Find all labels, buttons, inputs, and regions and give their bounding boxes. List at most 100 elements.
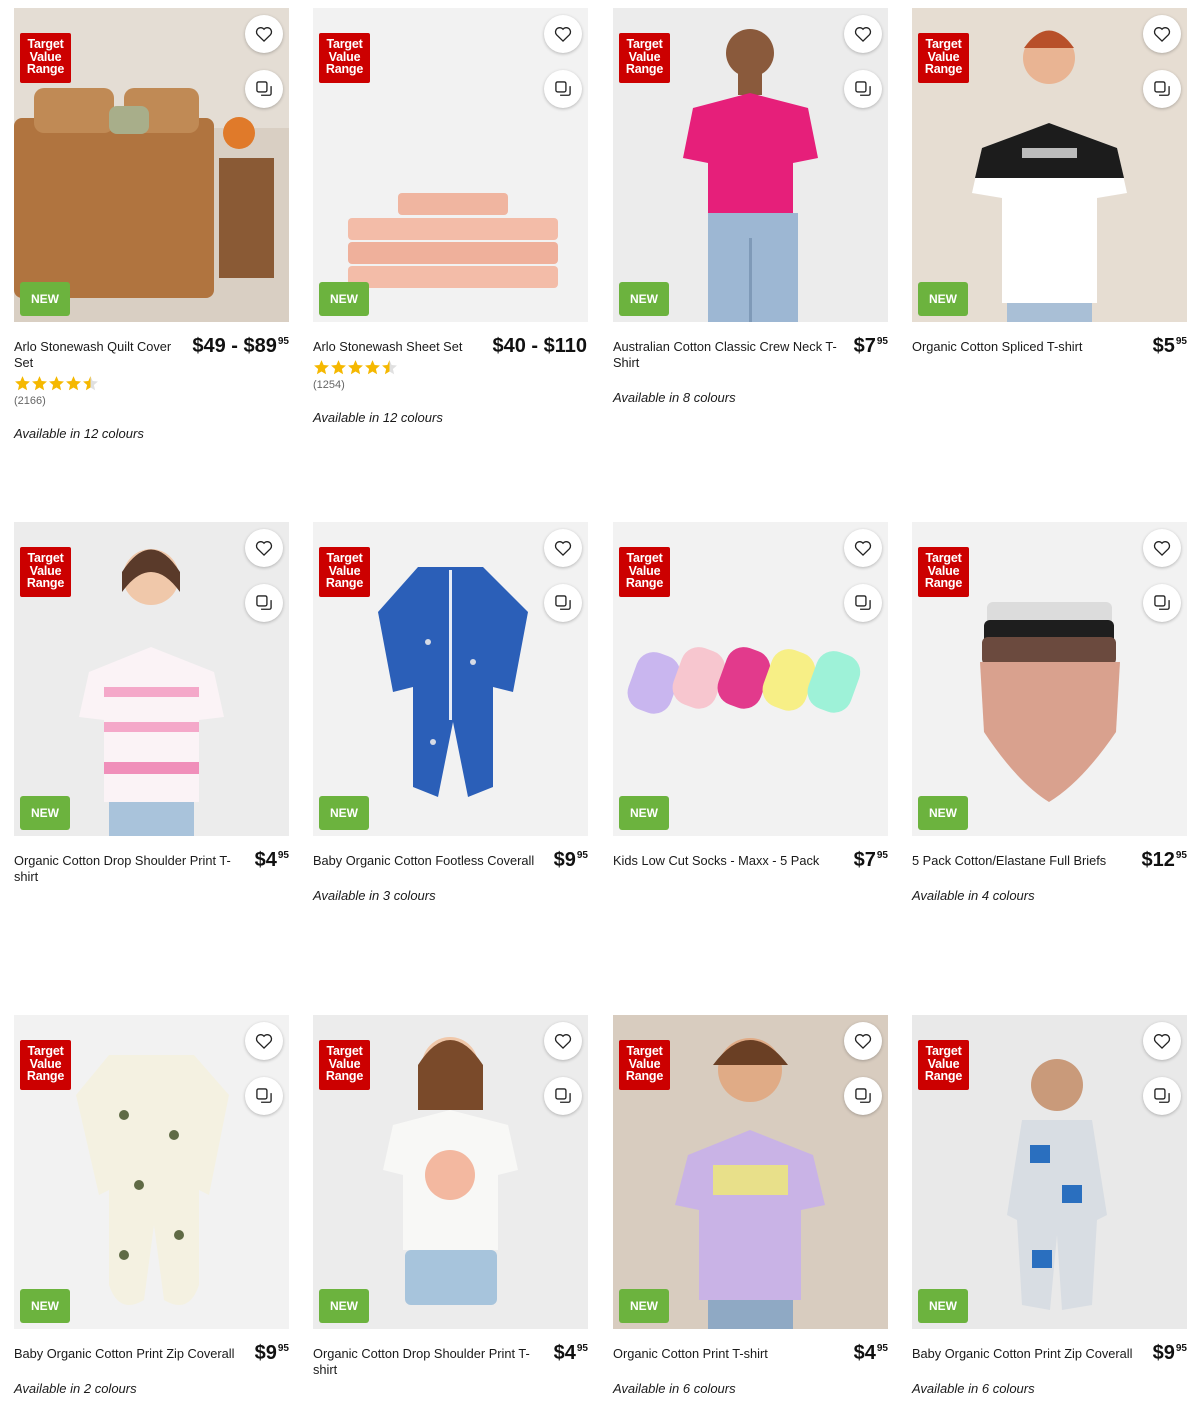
product-info: $795 Kids Low Cut Socks - Maxx - 5 Pack (613, 849, 888, 871)
heart-icon (254, 1031, 274, 1051)
product-image[interactable]: Target Value Range NEW (14, 522, 289, 836)
heart-icon (853, 1031, 873, 1051)
product-image[interactable]: Target Value Range NEW (313, 522, 588, 836)
product-card[interactable]: Target Value Range NEW $795 Kids Low Cut S… (613, 522, 888, 871)
product-card[interactable]: Target Value Range NEW $40 - $110 Arlo Sto… (313, 8, 588, 425)
target-value-range-badge: Target Value Range (20, 547, 71, 597)
compare-button[interactable] (544, 584, 582, 622)
compare-icon (853, 593, 873, 613)
product-title[interactable]: Baby Organic Cotton Footless Coverall (313, 853, 588, 869)
wishlist-heart-button[interactable] (844, 1022, 882, 1060)
wishlist-heart-button[interactable] (1143, 1022, 1181, 1060)
target-value-range-badge: Target Value Range (918, 1040, 969, 1090)
wishlist-heart-button[interactable] (245, 1022, 283, 1060)
wishlist-heart-button[interactable] (544, 1022, 582, 1060)
product-image[interactable]: Target Value Range NEW (14, 8, 289, 322)
compare-icon (853, 79, 873, 99)
product-info: $495 Organic Cotton Drop Shoulder Print … (313, 1342, 588, 1378)
product-price: $49 - $8995 (192, 335, 289, 357)
heart-icon (1152, 24, 1172, 44)
rating-star-icon (49, 376, 64, 391)
availability-text: Available in 6 colours (912, 1381, 1035, 1396)
rating-star-icon (15, 376, 30, 391)
wishlist-heart-button[interactable] (544, 529, 582, 567)
product-card[interactable]: Target Value Range NEW $995 Baby Organic C… (14, 1015, 289, 1396)
wishlist-heart-button[interactable] (1143, 15, 1181, 53)
product-image[interactable]: Target Value Range NEW (912, 1015, 1187, 1329)
rating-star-icon (348, 360, 363, 375)
compare-icon (553, 79, 573, 99)
compare-button[interactable] (544, 1077, 582, 1115)
product-image[interactable]: Target Value Range NEW (912, 8, 1187, 322)
product-image[interactable]: Target Value Range NEW (912, 522, 1187, 836)
heart-icon (553, 1031, 573, 1051)
wishlist-heart-button[interactable] (245, 15, 283, 53)
heart-icon (254, 538, 274, 558)
product-title[interactable]: Organic Cotton Spliced T-shirt (912, 339, 1187, 355)
compare-icon (254, 1086, 274, 1106)
product-price: $995 (254, 1342, 289, 1364)
product-card[interactable]: Target Value Range NEW $1295 5 Pack Cotton… (912, 522, 1187, 903)
product-card[interactable]: Target Value Range NEW $495 Organic Cotton… (14, 522, 289, 885)
product-info: $495 Organic Cotton Drop Shoulder Print … (14, 849, 289, 885)
product-card[interactable]: Target Value Range NEW $495 Organic Cotton… (313, 1015, 588, 1378)
product-image[interactable]: Target Value Range NEW (313, 8, 588, 322)
product-card[interactable]: Target Value Range NEW $49 - $8995 Arlo St… (14, 8, 289, 441)
product-card[interactable]: Target Value Range NEW $595 Organic Cotton… (912, 8, 1187, 357)
wishlist-heart-button[interactable] (544, 15, 582, 53)
compare-button[interactable] (844, 584, 882, 622)
product-price: $795 (853, 335, 888, 357)
product-price: $495 (254, 849, 289, 871)
product-card[interactable]: Target Value Range NEW $495 Organic Cotton… (613, 1015, 888, 1396)
product-image[interactable]: Target Value Range NEW (613, 1015, 888, 1329)
product-info: $995 Baby Organic Cotton Footless Covera… (313, 849, 588, 903)
availability-text: Available in 12 colours (313, 410, 443, 425)
product-image[interactable]: Target Value Range NEW (14, 1015, 289, 1329)
compare-button[interactable] (1143, 584, 1181, 622)
compare-icon (254, 79, 274, 99)
rating-star-icon (365, 360, 380, 375)
heart-icon (553, 538, 573, 558)
availability-text: Available in 6 colours (613, 1381, 736, 1396)
product-price: $1295 (1141, 849, 1188, 871)
product-title[interactable]: Organic Cotton Drop Shoulder Print T-shi… (313, 1346, 588, 1378)
heart-icon (553, 24, 573, 44)
rating-star-icon (382, 360, 397, 375)
new-badge: NEW (619, 282, 669, 316)
compare-button[interactable] (1143, 70, 1181, 108)
product-card[interactable]: Target Value Range NEW $995 Baby Organic C… (313, 522, 588, 903)
product-title[interactable]: Australian Cotton Classic Crew Neck T-Sh… (613, 339, 888, 371)
compare-button[interactable] (245, 70, 283, 108)
product-card[interactable]: Target Value Range NEW $995 Baby Organic C… (912, 1015, 1187, 1396)
product-title[interactable]: Baby Organic Cotton Print Zip Coverall (14, 1346, 289, 1362)
rating-count: (1254) (313, 379, 345, 391)
compare-button[interactable] (1143, 1077, 1181, 1115)
product-title[interactable]: Organic Cotton Drop Shoulder Print T-shi… (14, 853, 289, 885)
compare-button[interactable] (245, 584, 283, 622)
wishlist-heart-button[interactable] (844, 529, 882, 567)
compare-button[interactable] (245, 1077, 283, 1115)
product-title[interactable]: Baby Organic Cotton Print Zip Coverall (912, 1346, 1187, 1362)
product-title[interactable]: Kids Low Cut Socks - Maxx - 5 Pack (613, 853, 888, 869)
wishlist-heart-button[interactable] (844, 15, 882, 53)
rating-star-icon (314, 360, 329, 375)
target-value-range-badge: Target Value Range (319, 33, 370, 83)
new-badge: NEW (918, 1289, 968, 1323)
target-value-range-badge: Target Value Range (619, 547, 670, 597)
compare-button[interactable] (544, 70, 582, 108)
product-image[interactable]: Target Value Range NEW (313, 1015, 588, 1329)
product-price: $595 (1152, 335, 1187, 357)
product-image[interactable]: Target Value Range NEW (613, 8, 888, 322)
compare-button[interactable] (844, 1077, 882, 1115)
product-title[interactable]: Organic Cotton Print T-shirt (613, 1346, 888, 1362)
product-card[interactable]: Target Value Range NEW $795 Australian Cot… (613, 8, 888, 405)
compare-button[interactable] (844, 70, 882, 108)
product-image[interactable]: Target Value Range NEW (613, 522, 888, 836)
compare-icon (1152, 593, 1172, 613)
wishlist-heart-button[interactable] (245, 529, 283, 567)
wishlist-heart-button[interactable] (1143, 529, 1181, 567)
product-price: $40 - $110 (492, 335, 587, 357)
new-badge: NEW (20, 796, 70, 830)
new-badge: NEW (918, 796, 968, 830)
product-info: $595 Organic Cotton Spliced T-shirt (912, 335, 1187, 357)
